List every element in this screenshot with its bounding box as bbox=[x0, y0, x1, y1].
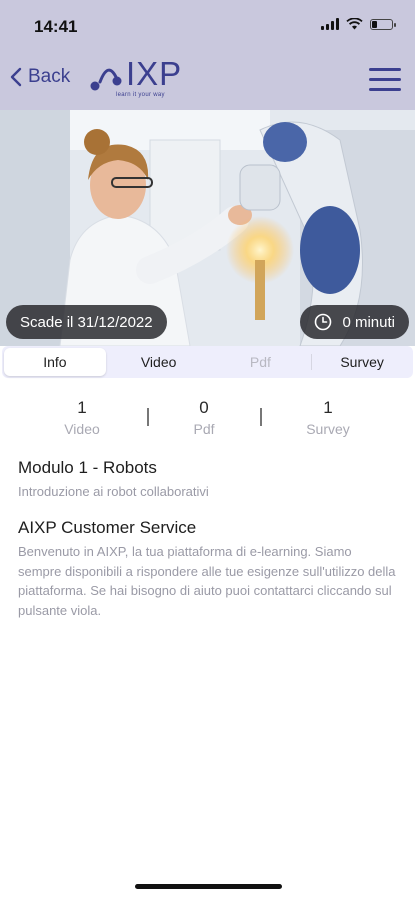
duration-badge: 0 minuti bbox=[300, 305, 409, 339]
stat-value: 1 bbox=[323, 398, 333, 417]
chevron-left-icon bbox=[10, 67, 22, 87]
tab-info[interactable]: Info bbox=[4, 348, 106, 376]
stat-survey: 1 Survey bbox=[278, 398, 378, 437]
module-title: Modulo 1 - Robots bbox=[18, 458, 157, 477]
header: 14:41 Back IXP learn it your way bbox=[0, 0, 415, 110]
home-indicator bbox=[135, 884, 282, 889]
stat-divider bbox=[260, 408, 262, 426]
back-label: Back bbox=[28, 66, 71, 87]
wifi-icon bbox=[346, 18, 363, 30]
clock-icon bbox=[315, 313, 332, 331]
stat-value: 0 bbox=[199, 398, 209, 417]
battery-icon bbox=[370, 18, 396, 30]
stat-label: Survey bbox=[306, 421, 350, 437]
logo-tagline: learn it your way bbox=[116, 92, 165, 98]
support-title: AIXP Customer Service bbox=[18, 518, 197, 537]
stat-video: 1 Video bbox=[32, 398, 132, 437]
back-button[interactable]: Back bbox=[10, 66, 70, 88]
tab-pdf[interactable]: Pdf bbox=[210, 346, 312, 378]
module-subtitle: Introduzione ai robot collaborativi bbox=[18, 484, 209, 499]
stat-label: Video bbox=[64, 421, 100, 437]
tab-video[interactable]: Video bbox=[108, 346, 210, 378]
content-stats: 1 Video 0 Pdf 1 Survey bbox=[0, 398, 415, 440]
hamburger-menu-icon[interactable] bbox=[369, 68, 401, 92]
status-time: 14:41 bbox=[34, 17, 78, 36]
status-icons bbox=[321, 18, 396, 30]
expiry-badge: Scade il 31/12/2022 bbox=[6, 305, 167, 339]
stat-label: Pdf bbox=[193, 421, 215, 437]
duration-label: 0 minuti bbox=[342, 313, 395, 331]
stat-divider bbox=[147, 408, 149, 426]
stat-value: 1 bbox=[77, 398, 87, 417]
content-tabs: Info Video Pdf Survey bbox=[2, 346, 413, 378]
stat-pdf: 0 Pdf bbox=[154, 398, 254, 437]
logo-text: IXP bbox=[126, 55, 183, 92]
tab-survey[interactable]: Survey bbox=[311, 346, 413, 378]
support-body: Benvenuto in AIXP, la tua piattaforma di… bbox=[18, 544, 396, 618]
cellular-signal-icon bbox=[321, 18, 339, 30]
